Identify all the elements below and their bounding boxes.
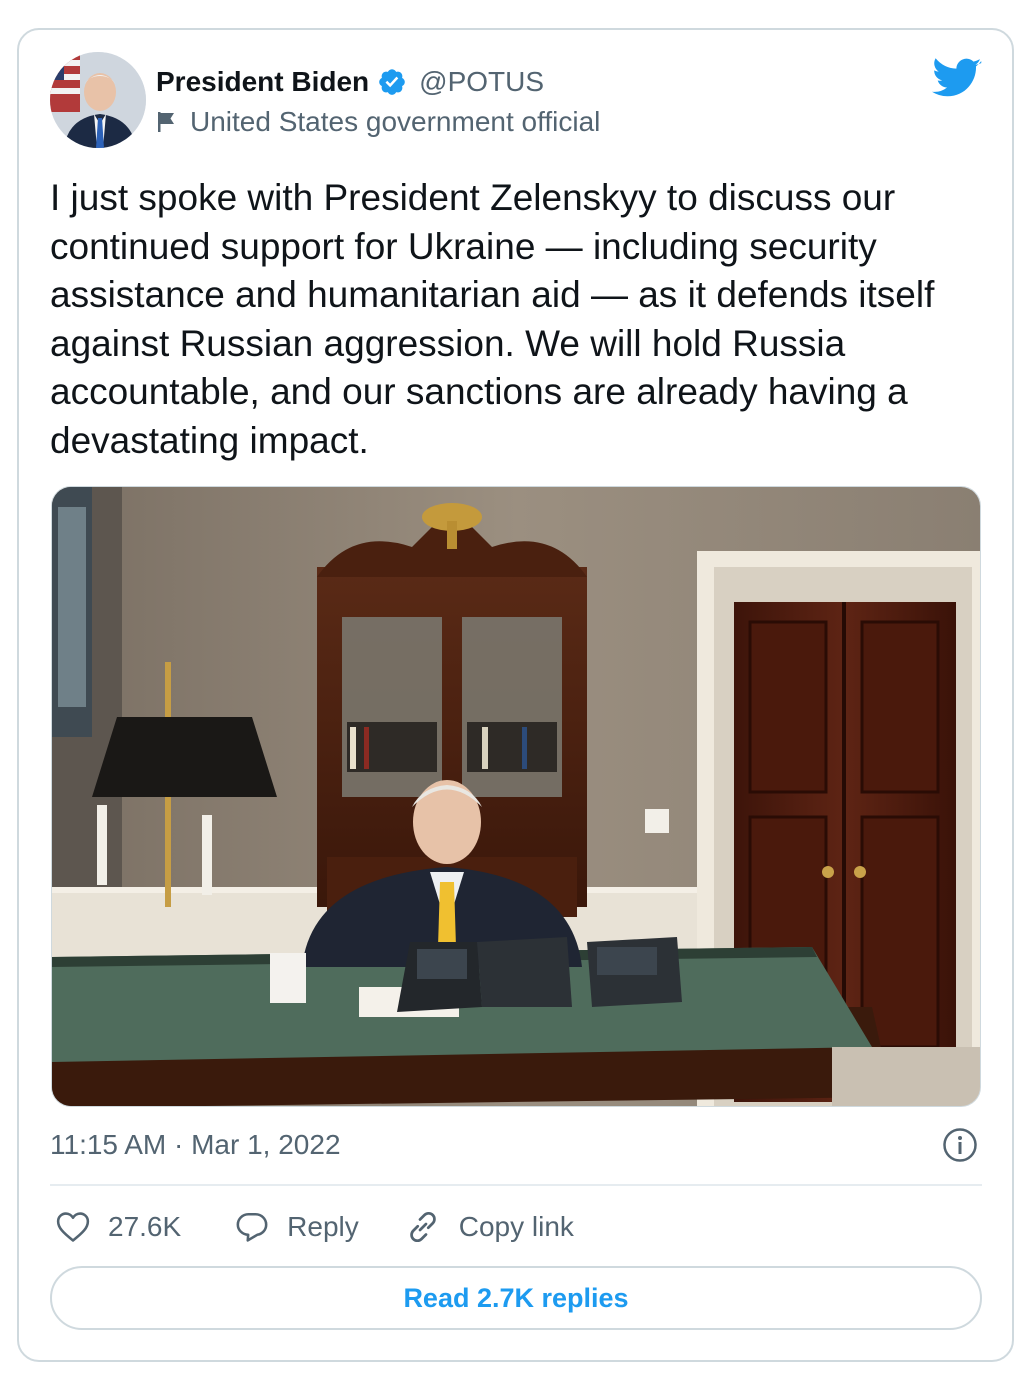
like-count: 27.6K bbox=[108, 1211, 182, 1242]
verified-badge-icon bbox=[377, 67, 407, 97]
author-display-name[interactable]: President Biden bbox=[156, 66, 369, 98]
reply-button[interactable]: Reply bbox=[235, 1211, 359, 1243]
avatar[interactable] bbox=[50, 52, 146, 148]
account-label-row: United States government official bbox=[156, 104, 600, 140]
heart-icon bbox=[56, 1211, 90, 1243]
info-icon[interactable] bbox=[942, 1127, 978, 1163]
government-label[interactable]: United States government official bbox=[190, 106, 600, 138]
oval-office-photo-image bbox=[52, 487, 980, 1106]
tweet-photo[interactable] bbox=[51, 486, 981, 1107]
author-name-row: President Biden @POTUS bbox=[156, 62, 544, 102]
read-replies-button[interactable]: Read 2.7K replies bbox=[50, 1266, 982, 1330]
divider bbox=[50, 1184, 982, 1186]
twitter-bird-icon[interactable] bbox=[932, 58, 982, 100]
reply-label: Reply bbox=[287, 1211, 359, 1242]
copy-link-label: Copy link bbox=[458, 1211, 574, 1242]
speech-bubble-icon bbox=[235, 1211, 269, 1243]
author-handle[interactable]: @POTUS bbox=[419, 66, 544, 98]
link-icon bbox=[405, 1209, 441, 1245]
flag-icon bbox=[156, 111, 178, 133]
copy-link-button[interactable]: Copy link bbox=[405, 1209, 574, 1245]
like-button[interactable]: 27.6K bbox=[56, 1211, 181, 1243]
tweet-text: I just spoke with President Zelenskyy to… bbox=[50, 177, 935, 461]
tweet-timestamp[interactable]: 11:15 AM · Mar 1, 2022 bbox=[50, 1126, 341, 1164]
person-portrait-avatar-image bbox=[50, 52, 146, 148]
action-bar: 27.6K Reply Copy link bbox=[50, 1206, 574, 1248]
